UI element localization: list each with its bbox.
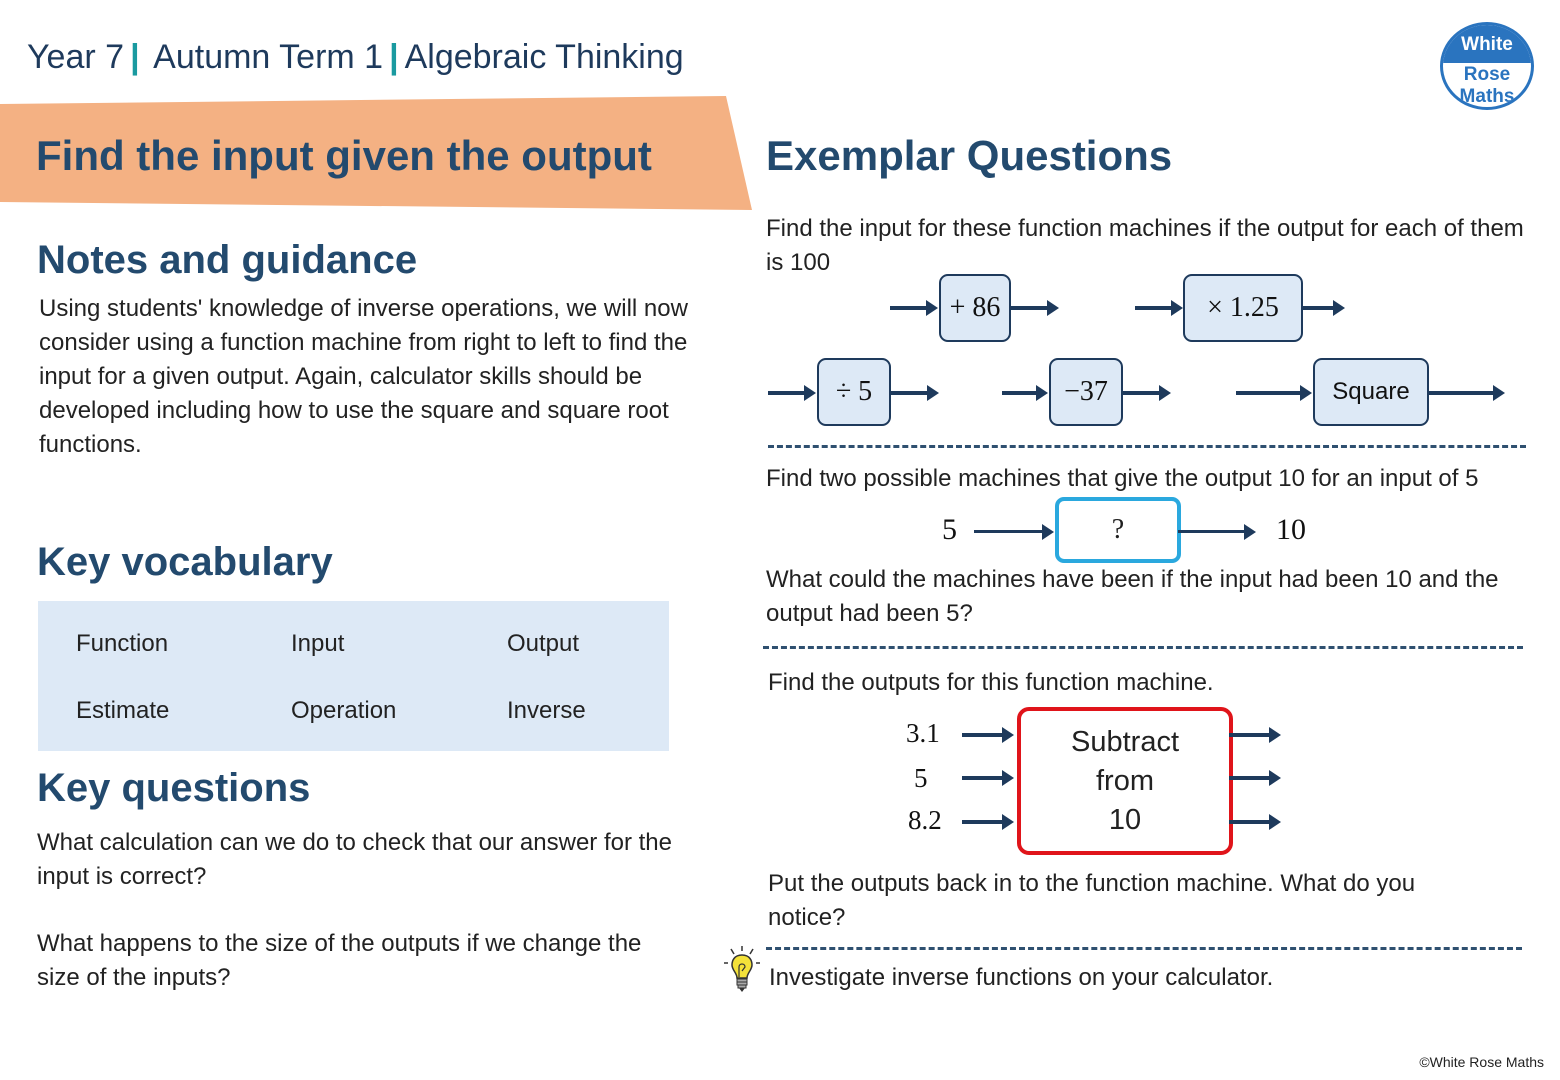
breadcrumb-separator: | (130, 38, 140, 76)
arrow-icon (1135, 300, 1183, 316)
arrow-icon (1178, 524, 1256, 540)
breadcrumb-year: Year 7 (27, 38, 125, 76)
arrow-icon (962, 770, 1014, 786)
breadcrumb-term: Autumn Term 1 (153, 38, 384, 76)
q2-followup: What could the machines have been if the… (766, 566, 1499, 627)
breadcrumb-separator: | (389, 38, 399, 76)
logo-text-rose: Rose (1463, 64, 1511, 85)
q3-text: Find the outputs for this function machi… (768, 669, 1214, 696)
exemplar-heading: Exemplar Questions (766, 132, 1173, 179)
vocab-word: Operation (291, 697, 397, 724)
logo-text-maths: Maths (1459, 86, 1515, 107)
copyright: ©White Rose Maths (1419, 1054, 1544, 1070)
arrow-icon (1123, 385, 1171, 401)
notes-text: Using students' knowledge of inverse ope… (39, 295, 688, 458)
function-machine-subtract: −37 (1049, 358, 1123, 426)
vocab-word: Inverse (507, 697, 586, 724)
machine-line: 10 (1108, 803, 1142, 836)
divider (766, 947, 1522, 950)
arrow-icon (1229, 727, 1281, 743)
subtract-from-10-machine: Subtract from 10 (1017, 707, 1233, 855)
arrow-icon (1303, 300, 1345, 316)
key-question: What calculation can we do to check that… (37, 829, 673, 890)
arrow-icon (1011, 300, 1059, 316)
arrow-icon (962, 727, 1014, 743)
notes-heading: Notes and guidance (37, 238, 418, 282)
arrow-icon (768, 385, 816, 401)
q3-input: 8.2 (908, 805, 942, 835)
function-machine-divide: ÷ 5 (817, 358, 891, 426)
function-machine-add: + 86 (939, 274, 1011, 342)
white-rose-maths-logo: White Rose Maths (1440, 22, 1534, 110)
vocab-word: Estimate (76, 697, 170, 724)
arrow-icon (890, 300, 938, 316)
arrow-icon (1236, 385, 1312, 401)
machine-line: Subtract (1071, 725, 1179, 758)
lightbulb-icon (724, 946, 760, 992)
arrow-icon (1002, 385, 1048, 401)
divider (763, 646, 1523, 649)
logo-text-white: White (1443, 25, 1531, 63)
function-machine-square: Square (1313, 358, 1429, 426)
arrow-icon (1229, 770, 1281, 786)
arrow-icon (1229, 814, 1281, 830)
breadcrumb-topic: Algebraic Thinking (404, 38, 684, 76)
q4-text: Investigate inverse functions on your ca… (769, 964, 1274, 991)
q2-input: 5 (942, 513, 957, 546)
breadcrumb: Year 7 | Autumn Term 1 | Algebraic Thinking (27, 38, 684, 77)
q2-text: Find two possible machines that give the… (766, 465, 1479, 492)
vocabulary-heading: Key vocabulary (37, 540, 333, 584)
divider (768, 445, 1526, 448)
q3-input: 3.1 (906, 718, 940, 748)
key-question: What happens to the size of the outputs … (37, 930, 642, 991)
function-machine-multiply: × 1.25 (1183, 274, 1303, 342)
arrow-icon (891, 385, 939, 401)
vocabulary-box (38, 601, 669, 751)
arrow-icon (1429, 385, 1505, 401)
machine-line: from (1096, 764, 1154, 797)
q3-input: 5 (914, 763, 928, 793)
vocab-word: Input (291, 630, 345, 657)
q2-output: 10 (1276, 513, 1306, 546)
arrow-icon (974, 524, 1054, 540)
q3-followup: Put the outputs back in to the function … (768, 870, 1416, 931)
vocab-word: Output (507, 630, 580, 657)
key-questions-heading: Key questions (37, 766, 311, 810)
unknown-function-machine: ? (1055, 497, 1181, 563)
arrow-icon (962, 814, 1014, 830)
page-title: Find the input given the output (36, 132, 652, 179)
vocab-word: Function (76, 630, 169, 657)
q1-text: Find the input for these function machin… (766, 215, 1524, 276)
